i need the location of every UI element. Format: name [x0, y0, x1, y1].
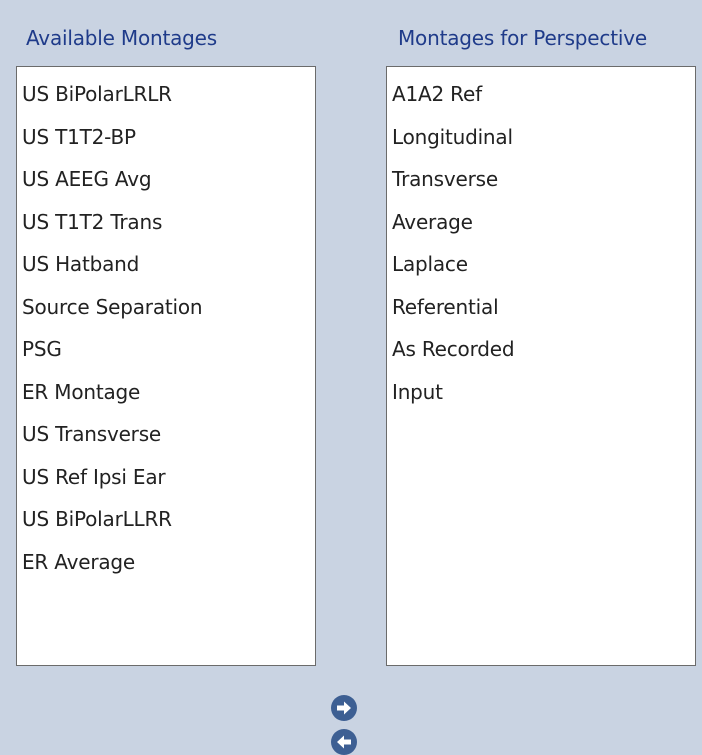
list-item[interactable]: As Recorded [387, 328, 695, 371]
list-item[interactable]: US T1T2-BP [17, 116, 315, 159]
montages-for-perspective-header: Montages for Perspective [398, 26, 647, 50]
list-item[interactable]: PSG [17, 328, 315, 371]
list-item[interactable]: Laplace [387, 243, 695, 286]
list-item[interactable]: ER Average [17, 541, 315, 584]
list-item[interactable]: Longitudinal [387, 116, 695, 159]
list-item[interactable]: Transverse [387, 158, 695, 201]
list-item[interactable]: US T1T2 Trans [17, 201, 315, 244]
list-item[interactable]: Average [387, 201, 695, 244]
available-montages-list[interactable]: US BiPolarLRLR US T1T2-BP US AEEG Avg US… [16, 66, 316, 666]
list-item[interactable]: US Ref Ipsi Ear [17, 456, 315, 499]
arrow-left-circle-icon [337, 735, 351, 749]
list-item[interactable]: US BiPolarLLRR [17, 498, 315, 541]
list-item[interactable]: US BiPolarLRLR [17, 73, 315, 116]
arrow-right-circle-icon [337, 701, 351, 715]
list-item[interactable]: Referential [387, 286, 695, 329]
list-item[interactable]: ER Montage [17, 371, 315, 414]
list-item[interactable]: US Hatband [17, 243, 315, 286]
list-item[interactable]: Input [387, 371, 695, 414]
remove-from-perspective-button[interactable] [331, 729, 357, 755]
list-item[interactable]: US Transverse [17, 413, 315, 456]
list-item[interactable]: Source Separation [17, 286, 315, 329]
list-item[interactable]: US AEEG Avg [17, 158, 315, 201]
add-to-perspective-button[interactable] [331, 695, 357, 721]
list-item[interactable]: A1A2 Ref [387, 73, 695, 116]
available-montages-header: Available Montages [26, 26, 217, 50]
montages-for-perspective-list[interactable]: A1A2 Ref Longitudinal Transverse Average… [386, 66, 696, 666]
